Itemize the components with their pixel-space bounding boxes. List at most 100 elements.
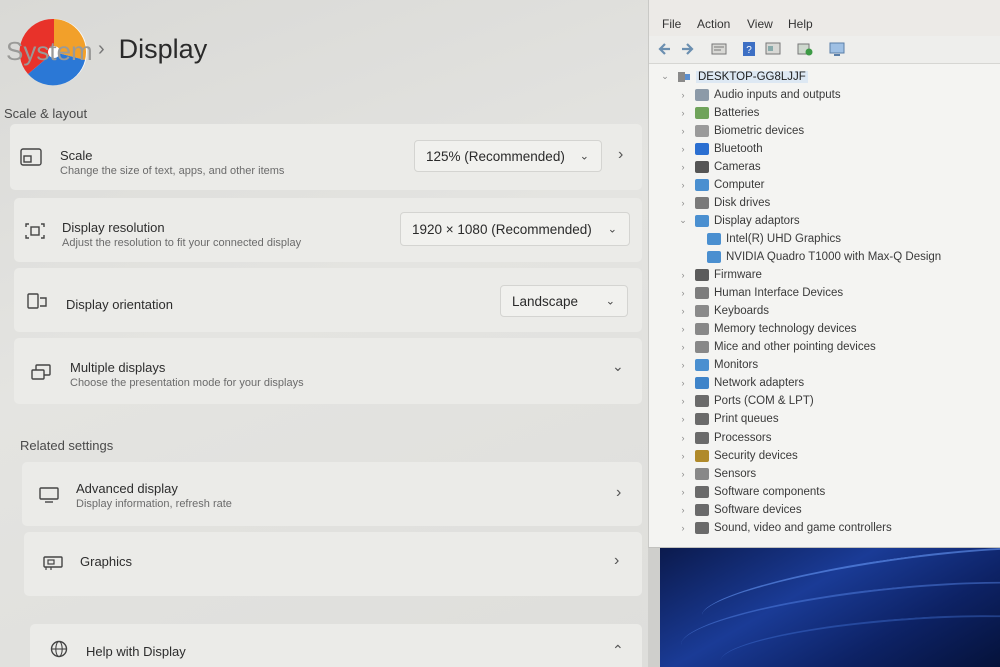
resolution-dropdown[interactable]: 1920 × 1080 (Recommended) ⌄ — [400, 212, 630, 246]
orientation-icon — [27, 293, 47, 309]
expand-icon[interactable]: › — [677, 414, 689, 424]
tree-category[interactable]: › Disk drives — [677, 194, 770, 211]
expand-icon[interactable]: › — [677, 469, 689, 479]
battery-icon — [695, 106, 709, 119]
forward-arrow-icon[interactable] — [679, 41, 695, 57]
expand-icon[interactable]: › — [677, 198, 689, 208]
orientation-dropdown[interactable]: Landscape ⌄ — [500, 285, 628, 317]
menu-file[interactable]: File — [662, 17, 681, 31]
expand-icon[interactable]: › — [677, 396, 689, 406]
firmware-icon — [695, 269, 709, 282]
expand-icon[interactable]: › — [677, 523, 689, 533]
expand-icon[interactable]: › — [677, 451, 689, 461]
scale-dropdown[interactable]: 125% (Recommended) ⌄ — [414, 140, 602, 172]
expand-icon[interactable]: › — [677, 433, 689, 443]
monitor-icon — [39, 487, 59, 503]
tree-category[interactable]: › Bluetooth — [677, 140, 763, 157]
collapse-icon[interactable]: ⌄ — [677, 215, 689, 226]
expand-icon[interactable]: › — [677, 505, 689, 515]
toolbar: ? — [649, 36, 1000, 64]
graphics-card[interactable]: Graphics › — [24, 532, 642, 596]
multiple-displays-card[interactable]: Multiple displays Choose the presentatio… — [14, 338, 642, 404]
tree-category[interactable]: ⌄ Display adaptors — [677, 212, 800, 229]
graphics-card-icon — [43, 556, 63, 570]
back-arrow-icon[interactable] — [657, 41, 673, 57]
tree-category[interactable]: › Software devices — [677, 501, 802, 518]
collapse-icon[interactable]: ⌄ — [659, 71, 671, 82]
globe-icon — [50, 640, 68, 658]
scale-dropdown-value: 125% (Recommended) — [426, 148, 565, 164]
expand-icon[interactable]: › — [677, 180, 689, 190]
device-view-icon[interactable] — [765, 41, 781, 57]
graphics-label: Graphics — [80, 554, 133, 569]
chevron-right-icon[interactable]: › — [618, 146, 623, 164]
security-icon — [695, 449, 709, 462]
display-adapter-icon — [707, 251, 721, 263]
expand-icon[interactable]: › — [677, 162, 689, 172]
multiple-displays-label: Multiple displays — [70, 360, 166, 375]
display-orientation-card[interactable]: Display orientation Landscape ⌄ — [14, 268, 642, 332]
tree-device[interactable]: Intel(R) UHD Graphics — [701, 230, 841, 247]
properties-icon[interactable] — [711, 41, 727, 57]
breadcrumb-system[interactable]: System — [6, 36, 93, 67]
advanced-display-description: Display information, refresh rate — [76, 498, 232, 510]
tree-category[interactable]: › Cameras — [677, 158, 761, 175]
menu-action[interactable]: Action — [697, 17, 730, 31]
tree-category-label: Mice and other pointing devices — [714, 341, 876, 354]
tree-category[interactable]: › Monitors — [677, 357, 758, 374]
display-resolution-card[interactable]: Display resolution Adjust the resolution… — [14, 198, 642, 262]
tree-category[interactable]: › Batteries — [677, 104, 759, 121]
tree-category[interactable]: › Mice and other pointing devices — [677, 339, 876, 356]
expand-icon[interactable]: › — [677, 126, 689, 136]
tree-category[interactable]: › Processors — [677, 429, 772, 446]
tree-category[interactable]: › Ports (COM & LPT) — [677, 393, 814, 410]
tree-category[interactable]: › Human Interface Devices — [677, 285, 843, 302]
chevron-right-icon[interactable]: › — [616, 484, 621, 502]
software-icon — [695, 485, 709, 498]
chevron-up-icon[interactable]: ⌃ — [612, 642, 624, 659]
camera-icon — [695, 160, 709, 173]
tree-category[interactable]: › Keyboards — [677, 303, 769, 320]
help-with-display-card[interactable]: Help with Display ⌃ — [30, 624, 642, 667]
menu-view[interactable]: View — [747, 17, 773, 31]
expand-icon[interactable]: › — [677, 144, 689, 154]
scan-hardware-icon[interactable] — [797, 41, 813, 57]
expand-icon[interactable]: › — [677, 270, 689, 280]
expand-icon[interactable]: › — [677, 487, 689, 497]
advanced-display-card[interactable]: Advanced display Display information, re… — [22, 462, 642, 526]
expand-icon[interactable]: › — [677, 306, 689, 316]
expand-icon[interactable]: › — [677, 288, 689, 298]
chevron-down-icon: ⌄ — [605, 295, 615, 308]
expand-icon[interactable]: › — [677, 90, 689, 100]
tree-category[interactable]: › Audio inputs and outputs — [677, 86, 841, 103]
tree-device[interactable]: NVIDIA Quadro T1000 with Max-Q Design — [701, 249, 941, 266]
tree-category[interactable]: › Firmware — [677, 267, 762, 284]
tree-category[interactable]: › Security devices — [677, 447, 798, 464]
tree-category[interactable]: › Sensors — [677, 465, 756, 482]
tree-category[interactable]: › Network adapters — [677, 375, 804, 392]
chevron-down-icon: ⌄ — [607, 223, 617, 236]
tree-category[interactable]: › Sound, video and game controllers — [677, 519, 892, 536]
update-driver-icon[interactable] — [829, 41, 845, 57]
tree-category-label: Firmware — [714, 269, 762, 282]
chevron-down-icon[interactable]: ⌄ — [612, 358, 624, 375]
expand-icon[interactable]: › — [677, 378, 689, 388]
resolution-icon — [25, 223, 45, 239]
expand-icon[interactable]: › — [677, 342, 689, 352]
expand-icon[interactable]: › — [677, 360, 689, 370]
tree-category[interactable]: › Print queues — [677, 411, 779, 428]
expand-icon[interactable]: › — [677, 108, 689, 118]
tree-category[interactable]: › Biometric devices — [677, 122, 804, 139]
tree-category[interactable]: › Computer — [677, 176, 765, 193]
tree-category[interactable]: › Software components — [677, 483, 825, 500]
tree-root-computer[interactable]: ⌄ DESKTOP-GG8LJJF — [659, 68, 808, 85]
chevron-right-icon[interactable]: › — [614, 552, 619, 570]
tree-category-label: Display adaptors — [714, 214, 800, 227]
tree-category-label: Cameras — [714, 160, 761, 173]
scale-card[interactable]: Scale Change the size of text, apps, and… — [10, 124, 642, 190]
menu-help[interactable]: Help — [788, 17, 813, 31]
settings-window: System › Display Scale & layout Scale Ch… — [0, 0, 648, 667]
expand-icon[interactable]: › — [677, 324, 689, 334]
tree-category[interactable]: › Memory technology devices — [677, 321, 857, 338]
help-book-icon[interactable]: ? — [741, 41, 757, 57]
